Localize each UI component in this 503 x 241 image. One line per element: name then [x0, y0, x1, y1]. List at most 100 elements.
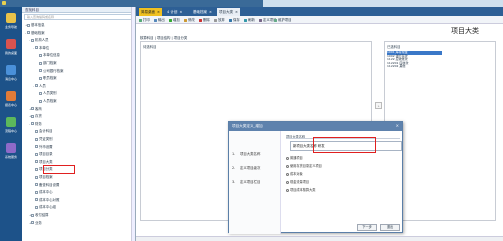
option-label: 项目成本核算大类: [290, 188, 316, 192]
toolbar-icon: [199, 18, 202, 22]
tree-node-label: 基本信息: [31, 23, 45, 27]
toolbar-button[interactable]: 输出: [154, 17, 165, 23]
tree-scrollbar[interactable]: [131, 7, 135, 241]
tree-node[interactable]: - 人员: [33, 83, 46, 89]
tree-node-icon: [35, 167, 38, 171]
category-type-option[interactable]: 成本对象: [286, 171, 303, 176]
toolbar-button[interactable]: 删除: [199, 17, 210, 23]
tree-node[interactable]: - 机构人员: [29, 37, 49, 43]
toolbar-icon: [229, 18, 232, 22]
category-type-option[interactable]: 现金流量项目: [286, 179, 309, 184]
tab-item[interactable]: 简易桌面 ×: [139, 8, 162, 16]
wizard-step[interactable]: 1. 项目大类名称: [232, 151, 260, 156]
tree-node[interactable]: 成本中心对照: [33, 197, 59, 203]
toolbar-button-label: 放弃: [218, 18, 225, 22]
tree-search-input[interactable]: 输入查询编码或名称: [24, 14, 133, 20]
tree-node[interactable]: 公司银行档案: [37, 68, 63, 74]
wizard-step[interactable]: 2. 定义项目级次: [232, 165, 260, 170]
radio-icon[interactable]: [286, 180, 289, 184]
tree-node[interactable]: 成本中心组: [33, 204, 56, 210]
tree-node[interactable]: +收付结算: [29, 212, 49, 218]
tree-node[interactable]: 备查科目设置: [33, 182, 59, 188]
category-type-option[interactable]: 项目成本核算大类: [286, 187, 316, 192]
tree-node[interactable]: 会计科目: [33, 128, 53, 134]
highlight-box-name-input: [313, 137, 376, 153]
selected-subject-item[interactable]: 112202 其他: [387, 65, 442, 69]
toolbar-button[interactable]: 放弃: [214, 17, 225, 23]
horizontal-scrollbar[interactable]: [136, 236, 503, 241]
rail-item[interactable]: 业务导航: [0, 11, 22, 37]
tree-node-icon: [31, 107, 34, 111]
toolbar-icon: [139, 18, 142, 22]
tree-node[interactable]: 职员档案: [37, 75, 57, 81]
toolbar-button[interactable]: 打印: [139, 17, 150, 23]
toolbar-button[interactable]: 刷新: [244, 17, 255, 23]
tree-node[interactable]: 外币设置: [33, 144, 53, 150]
tree-node[interactable]: 部门档案: [37, 60, 57, 66]
toolbar-button[interactable]: 修改: [184, 17, 195, 23]
category-type-option[interactable]: 使用存货目录定义项目: [286, 163, 322, 168]
close-icon[interactable]: ×: [235, 10, 238, 14]
tree-node[interactable]: 人员类别: [37, 90, 57, 96]
tree-node[interactable]: 人员档案: [37, 98, 57, 104]
next-button[interactable]: 下一步: [357, 224, 377, 231]
tree-node-label: 存货: [35, 114, 42, 119]
tree-node-icon: [39, 99, 42, 103]
exit-button[interactable]: 退出: [380, 224, 400, 231]
rail-item[interactable]: 我的桌面: [0, 37, 22, 63]
tree-node[interactable]: - 财务: [29, 121, 42, 127]
tree-node[interactable]: +存货: [29, 113, 42, 119]
tree-node[interactable]: +客商: [29, 106, 42, 112]
close-icon[interactable]: ×: [396, 123, 399, 128]
tree-node-icon: [35, 175, 38, 179]
toolbar-button[interactable]: 维护项目: [274, 17, 292, 23]
move-right-button[interactable]: »: [375, 102, 382, 109]
toolbar-button[interactable]: 增加: [169, 17, 180, 23]
app-icon: [6, 143, 16, 153]
close-icon[interactable]: ×: [157, 10, 160, 14]
close-icon[interactable]: ×: [209, 10, 212, 14]
tree-node-label: 收付结算: [35, 213, 49, 217]
radio-icon[interactable]: [286, 188, 289, 192]
tab-item[interactable]: 4 计划 ×: [165, 8, 184, 16]
tab-item[interactable]: 项目大类 ×: [217, 8, 240, 16]
tab-item[interactable]: 基础档案 ×: [191, 8, 214, 16]
toolbar-button-label: 维护项目: [278, 18, 292, 22]
dialog-title: 项目大类定义_增加: [229, 122, 402, 131]
radio-icon[interactable]: [286, 172, 289, 176]
tree-node-icon: [31, 38, 34, 42]
app-logo-icon: [2, 1, 6, 5]
highlight-box-project-category: [43, 165, 75, 174]
tree-node-label: 人员: [39, 83, 46, 88]
rail-item-label: 系统服务: [4, 155, 17, 159]
rail-item[interactable]: 消息中心: [0, 63, 22, 89]
tree-node[interactable]: - 基础档案: [25, 30, 45, 36]
tree-node[interactable]: 本单位信息: [37, 52, 60, 58]
tree-node-icon: [27, 23, 30, 27]
radio-icon[interactable]: [286, 164, 289, 168]
step-label: 项目大类名称: [240, 152, 261, 156]
sub-tabs[interactable]: 核算科目 | 项目结构 | 项目分类: [140, 35, 187, 40]
category-type-option[interactable]: 普通项目: [286, 155, 303, 160]
tree-node[interactable]: +基本信息: [25, 22, 45, 28]
step-number: 1.: [232, 152, 236, 156]
tree-node[interactable]: 项目目录: [33, 151, 53, 157]
tree-node[interactable]: +业务: [29, 220, 42, 226]
tree-node-icon: [39, 61, 42, 65]
rail-item[interactable]: 流程中心: [0, 115, 22, 141]
rail-item[interactable]: 系统服务: [0, 141, 22, 167]
tree-node-icon: [35, 137, 38, 141]
tree-node[interactable]: 成本中心: [33, 189, 53, 195]
toolbar-button[interactable]: 保存: [229, 17, 240, 23]
rail-item-label: 报表中心: [4, 103, 17, 107]
wizard-step[interactable]: 3. 定义项目栏目: [232, 179, 260, 184]
tree-node[interactable]: 项目大类: [33, 159, 53, 165]
radio-icon[interactable]: [286, 156, 289, 160]
option-label: 普通项目: [290, 156, 303, 160]
tree-node[interactable]: 凭证类别: [33, 136, 53, 142]
toolbar-button-label: 修改: [188, 18, 195, 22]
tree-node[interactable]: - 本单位: [33, 45, 49, 51]
tree-node[interactable]: 项目档案: [33, 174, 53, 180]
rail-item[interactable]: 报表中心: [0, 89, 22, 115]
close-icon[interactable]: ×: [179, 10, 182, 14]
